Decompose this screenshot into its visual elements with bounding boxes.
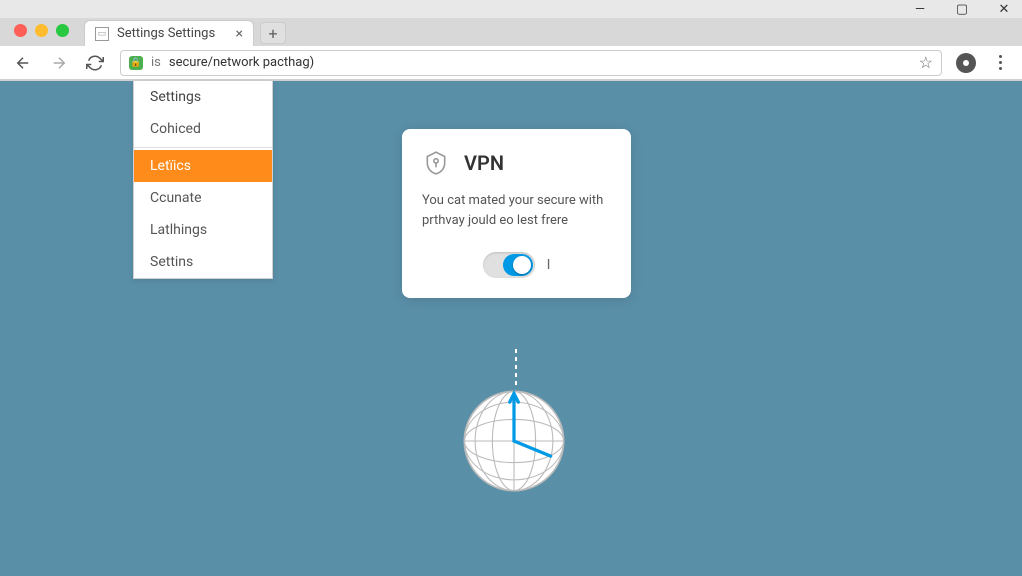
tabbar: ▭ Settings Settings × + xyxy=(0,18,1022,46)
window-maximize-button[interactable]: ▢ xyxy=(950,0,974,18)
tab-title: Settings Settings xyxy=(117,26,215,41)
window-close-button[interactable]: ✕ xyxy=(992,0,1016,18)
vpn-toggle-row: I xyxy=(422,252,611,278)
toolbar: 🔒 is secure/network pacthag) ☆ xyxy=(0,46,1022,80)
browser-chrome: — ▢ ✕ ▭ Settings Settings × + 🔒 is s xyxy=(0,0,1022,81)
tab-settings[interactable]: ▭ Settings Settings × xyxy=(84,20,254,46)
vpn-shield-icon xyxy=(422,149,450,177)
menu-item-latlhings[interactable]: Latlhings xyxy=(134,214,272,246)
window-minimize-button[interactable]: — xyxy=(908,0,932,18)
connection-line xyxy=(515,349,517,387)
vpn-toggle-label: I xyxy=(547,257,551,273)
reload-button[interactable] xyxy=(84,52,106,74)
vpn-title: VPN xyxy=(464,151,504,175)
titlebar: — ▢ ✕ xyxy=(0,0,1022,18)
menu-divider xyxy=(134,147,272,148)
vpn-toggle[interactable] xyxy=(483,252,535,278)
vpn-card: VPN You cat mated your secure with prthv… xyxy=(402,129,631,298)
forward-button[interactable] xyxy=(48,52,70,74)
secure-lock-icon: 🔒 xyxy=(129,56,143,70)
menu-item-settins[interactable]: Settins xyxy=(134,246,272,278)
address-url: secure/network pacthag) xyxy=(169,55,314,70)
traffic-light-maximize[interactable] xyxy=(56,24,69,37)
content-area: Settings Cohiced Letïics Ccunate Latlhin… xyxy=(0,81,1022,576)
back-button[interactable] xyxy=(12,52,34,74)
browser-menu-button[interactable] xyxy=(990,55,1010,70)
vpn-header: VPN xyxy=(422,149,611,177)
menu-item-letics[interactable]: Letïics xyxy=(134,150,272,182)
traffic-light-minimize[interactable] xyxy=(35,24,48,37)
tab-page-icon: ▭ xyxy=(95,27,109,41)
menu-item-cohiced[interactable]: Cohiced xyxy=(134,113,272,145)
menu-item-ccunate[interactable]: Ccunate xyxy=(134,182,272,214)
address-bar[interactable]: 🔒 is secure/network pacthag) ☆ xyxy=(120,50,942,76)
traffic-lights xyxy=(14,24,69,37)
settings-sidebar-menu: Settings Cohiced Letïics Ccunate Latlhin… xyxy=(133,81,273,279)
vpn-description: You cat mated your secure with prthvay j… xyxy=(422,191,611,230)
globe-icon xyxy=(460,387,568,495)
traffic-light-close[interactable] xyxy=(14,24,27,37)
bookmark-star-icon[interactable]: ☆ xyxy=(919,53,933,72)
extension-icon[interactable] xyxy=(956,53,976,73)
menu-item-settings[interactable]: Settings xyxy=(134,81,272,113)
new-tab-button[interactable]: + xyxy=(260,22,286,44)
tab-close-button[interactable]: × xyxy=(236,26,243,42)
address-secure-prefix: is xyxy=(151,55,161,70)
